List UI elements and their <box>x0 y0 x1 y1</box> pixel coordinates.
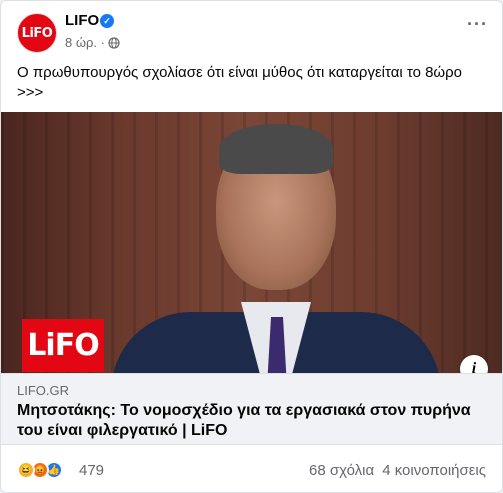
image-lifo-logo: LiFO <box>22 319 104 372</box>
shares-count[interactable]: 4 κοινοποιήσεις <box>382 462 486 479</box>
haha-reaction-icon: 😆 <box>17 461 35 479</box>
post-header: LiFO LIFO ✓ 8 ώρ. · ··· <box>1 1 502 59</box>
reaction-count[interactable]: 479 <box>79 462 104 479</box>
facebook-post: LiFO LIFO ✓ 8 ώρ. · ··· Ο πρωθυπουργός σ… <box>0 0 503 493</box>
image-hair <box>219 124 333 174</box>
verified-badge-icon: ✓ <box>100 14 114 28</box>
avatar-logo-text: LiFO <box>21 25 53 41</box>
post-time[interactable]: 8 ώρ. · <box>65 35 105 50</box>
link-preview[interactable]: LIFO.GR Μητσοτάκης: Το νομοσχέδιο για τα… <box>1 373 502 445</box>
more-options-icon[interactable]: ··· <box>467 15 488 33</box>
post-image[interactable]: LiFO <box>1 112 502 373</box>
link-title[interactable]: Μητσοτάκης: Το νομοσχέδιο για τα εργασια… <box>17 401 487 441</box>
reactions-summary[interactable]: 😆 😡 👍 <box>17 461 63 479</box>
post-footer: 😆 😡 👍 479 68 σχόλια 4 κοινοποιήσεις <box>1 449 502 491</box>
engagement-stats: 68 σχόλια 4 κοινοποιήσεις <box>309 462 486 479</box>
page-name-link[interactable]: LIFO <box>65 12 99 29</box>
post-text: Ο πρωθυπουργός σχολίασε ότι είναι μύθος … <box>17 64 463 101</box>
post-meta: 8 ώρ. · <box>65 35 120 50</box>
link-domain: LIFO.GR <box>17 383 70 398</box>
comments-count[interactable]: 68 σχόλια <box>309 462 374 479</box>
globe-icon <box>108 36 120 49</box>
page-avatar[interactable]: LiFO <box>17 13 57 53</box>
